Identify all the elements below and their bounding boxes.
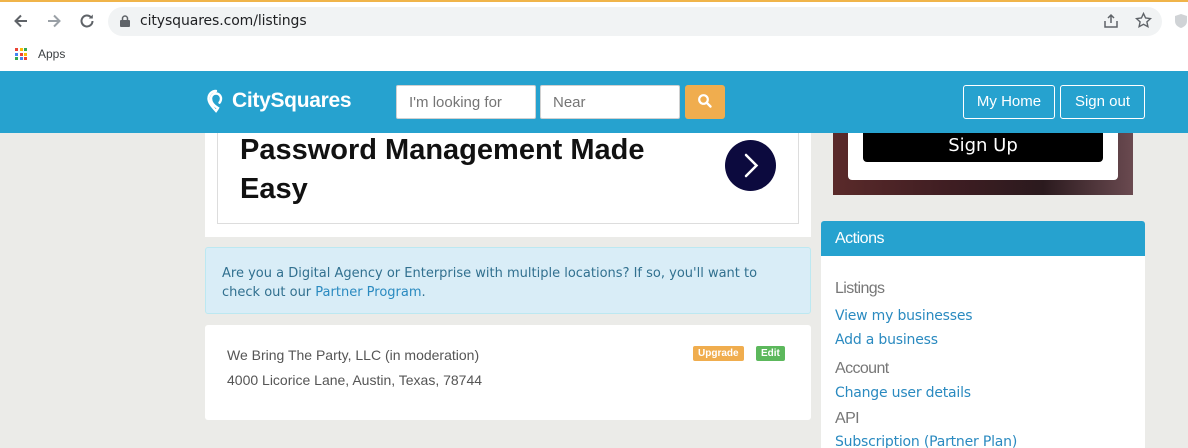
- logo-pin-icon: [207, 89, 223, 113]
- search-icon: [698, 93, 712, 108]
- view-businesses-link[interactable]: View my businesses: [835, 308, 973, 324]
- apps-grid-icon: [15, 48, 27, 60]
- partner-notice-end: .: [421, 285, 426, 300]
- near-input[interactable]: [540, 85, 680, 119]
- upgrade-badge[interactable]: Upgrade: [693, 346, 744, 361]
- add-business-link[interactable]: Add a business: [835, 332, 938, 348]
- looking-for-input[interactable]: [396, 85, 536, 119]
- api-section-label: API: [835, 410, 860, 427]
- listing-address: 4000 Licorice Lane, Austin, Texas, 78744: [227, 372, 483, 388]
- listing-card: We Bring The Party, LLC (in moderation) …: [205, 325, 811, 420]
- actions-panel: Actions Listings View my businesses Add …: [821, 221, 1145, 448]
- change-user-details-link[interactable]: Change user details: [835, 385, 971, 401]
- star-icon[interactable]: [1134, 11, 1153, 34]
- promo-banner: Sign Up: [833, 133, 1133, 195]
- address-bar[interactable]: citysquares.com/listings: [108, 7, 1162, 36]
- sign-out-button[interactable]: Sign out: [1060, 85, 1145, 119]
- partner-notice-text: Are you a Digital Agency or Enterprise w…: [222, 266, 758, 300]
- listing-name: We Bring The Party, LLC (in moderation): [227, 347, 480, 363]
- reload-icon[interactable]: [77, 11, 97, 31]
- share-icon[interactable]: [1103, 13, 1119, 34]
- forward-arrow-icon[interactable]: [44, 11, 64, 31]
- search-button[interactable]: [685, 85, 725, 119]
- apps-label: Apps: [38, 47, 66, 61]
- account-section-label: Account: [835, 360, 889, 377]
- logo-text: CitySquares: [232, 89, 352, 112]
- url-text: citysquares.com/listings: [140, 13, 307, 29]
- lock-icon: [120, 15, 130, 27]
- edit-badge[interactable]: Edit: [756, 346, 785, 361]
- partner-program-link[interactable]: Partner Program: [315, 285, 421, 300]
- ad-banner[interactable]: Password Management Made Easy: [217, 133, 799, 224]
- site-header: CitySquares My Home Sign out: [0, 71, 1188, 133]
- extension-shield-icon[interactable]: [1174, 13, 1188, 34]
- promo-card: Sign Up: [848, 133, 1118, 180]
- ad-card: Password Management Made Easy: [205, 133, 811, 237]
- back-arrow-icon[interactable]: [11, 11, 31, 31]
- bookmark-apps[interactable]: Apps: [15, 46, 65, 62]
- my-home-button[interactable]: My Home: [963, 85, 1055, 119]
- subscription-link[interactable]: Subscription (Partner Plan): [835, 434, 1017, 448]
- listings-section-label: Listings: [835, 280, 885, 297]
- browser-chrome: citysquares.com/listings Apps: [0, 0, 1188, 71]
- partner-notice: Are you a Digital Agency or Enterprise w…: [205, 247, 811, 314]
- actions-title: Actions: [821, 221, 1145, 256]
- chevron-right-icon: [744, 153, 759, 178]
- ad-next-button[interactable]: [725, 140, 776, 191]
- sign-up-button[interactable]: Sign Up: [863, 133, 1103, 162]
- citysquares-logo[interactable]: CitySquares: [206, 89, 352, 113]
- ad-title: Password Management Made Easy: [240, 134, 645, 205]
